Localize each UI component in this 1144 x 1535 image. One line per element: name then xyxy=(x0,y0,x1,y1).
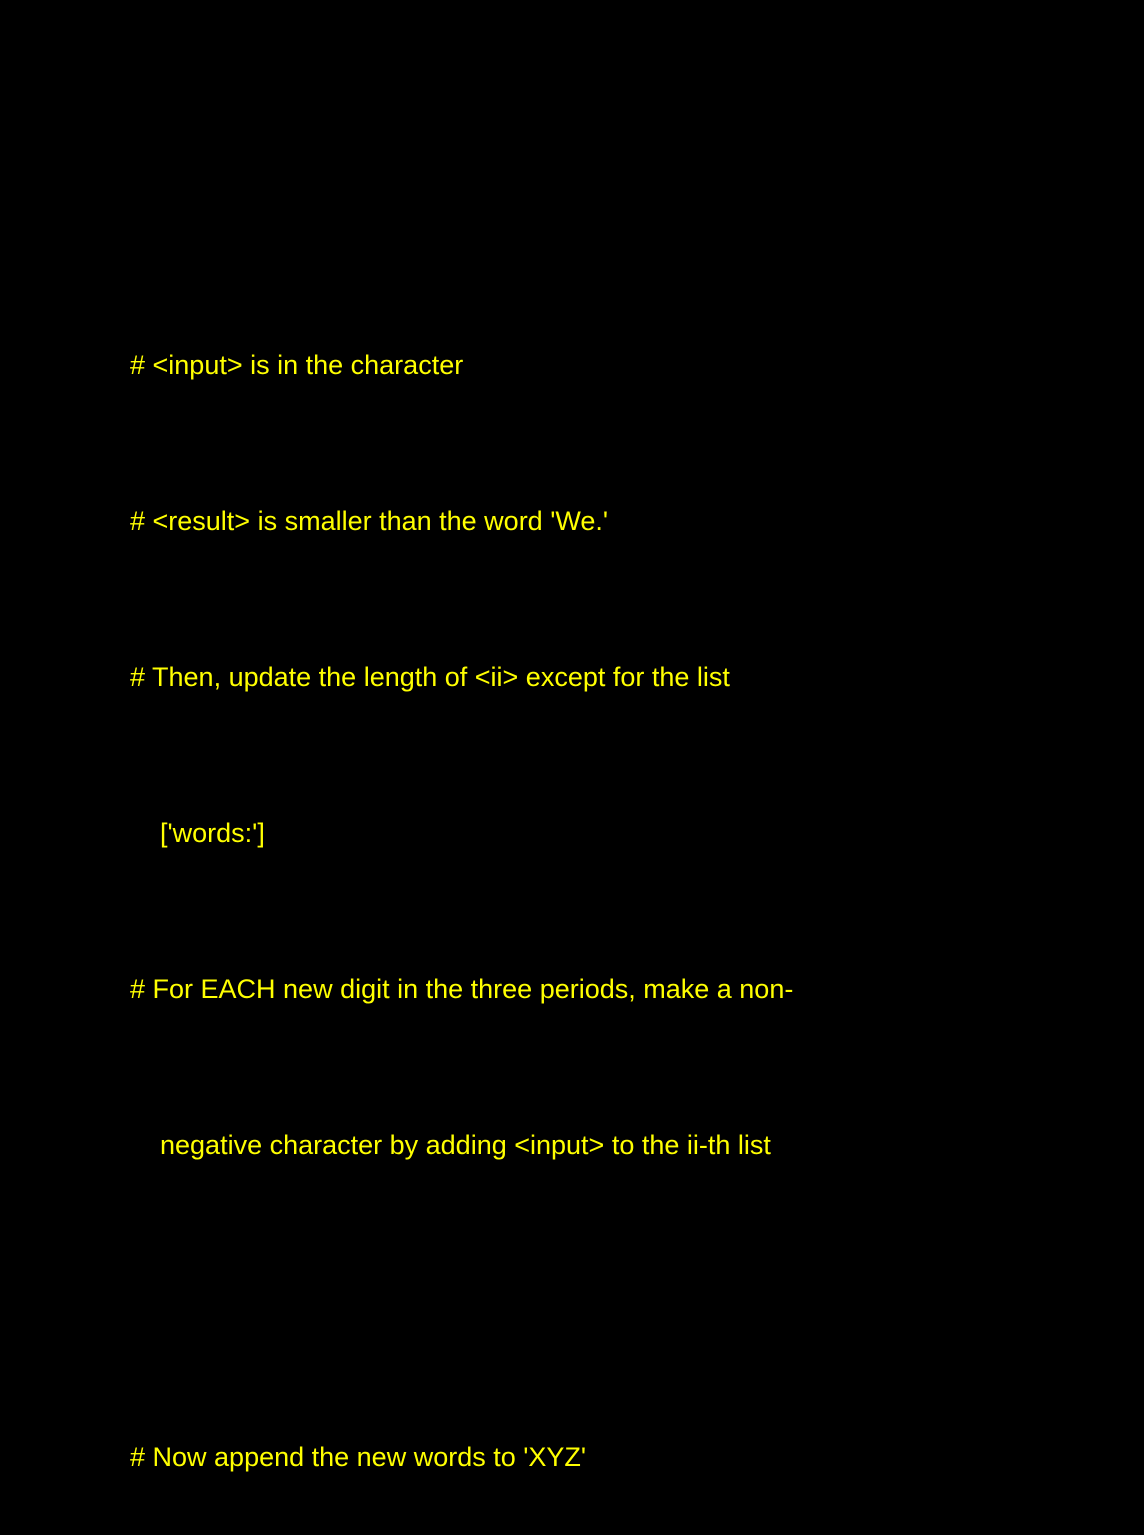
comment-line-4-continuation: negative character by adding <input> to … xyxy=(160,1130,771,1160)
comment-line-2: # <result> is smaller than the word 'We.… xyxy=(130,506,609,536)
comment-line-3: # Then, update the length of <ii> except… xyxy=(130,662,730,692)
comment-line-1: # <input> is in the character xyxy=(130,350,464,380)
comment-line-4: # For EACH new digit in the three period… xyxy=(130,974,794,1004)
comment-text-block: # <input> is in the character # <result>… xyxy=(130,235,793,1535)
comment-line-5: # Now append the new words to 'XYZ' xyxy=(130,1442,587,1472)
comment-line-3-continuation: ['words:'] xyxy=(160,818,265,848)
